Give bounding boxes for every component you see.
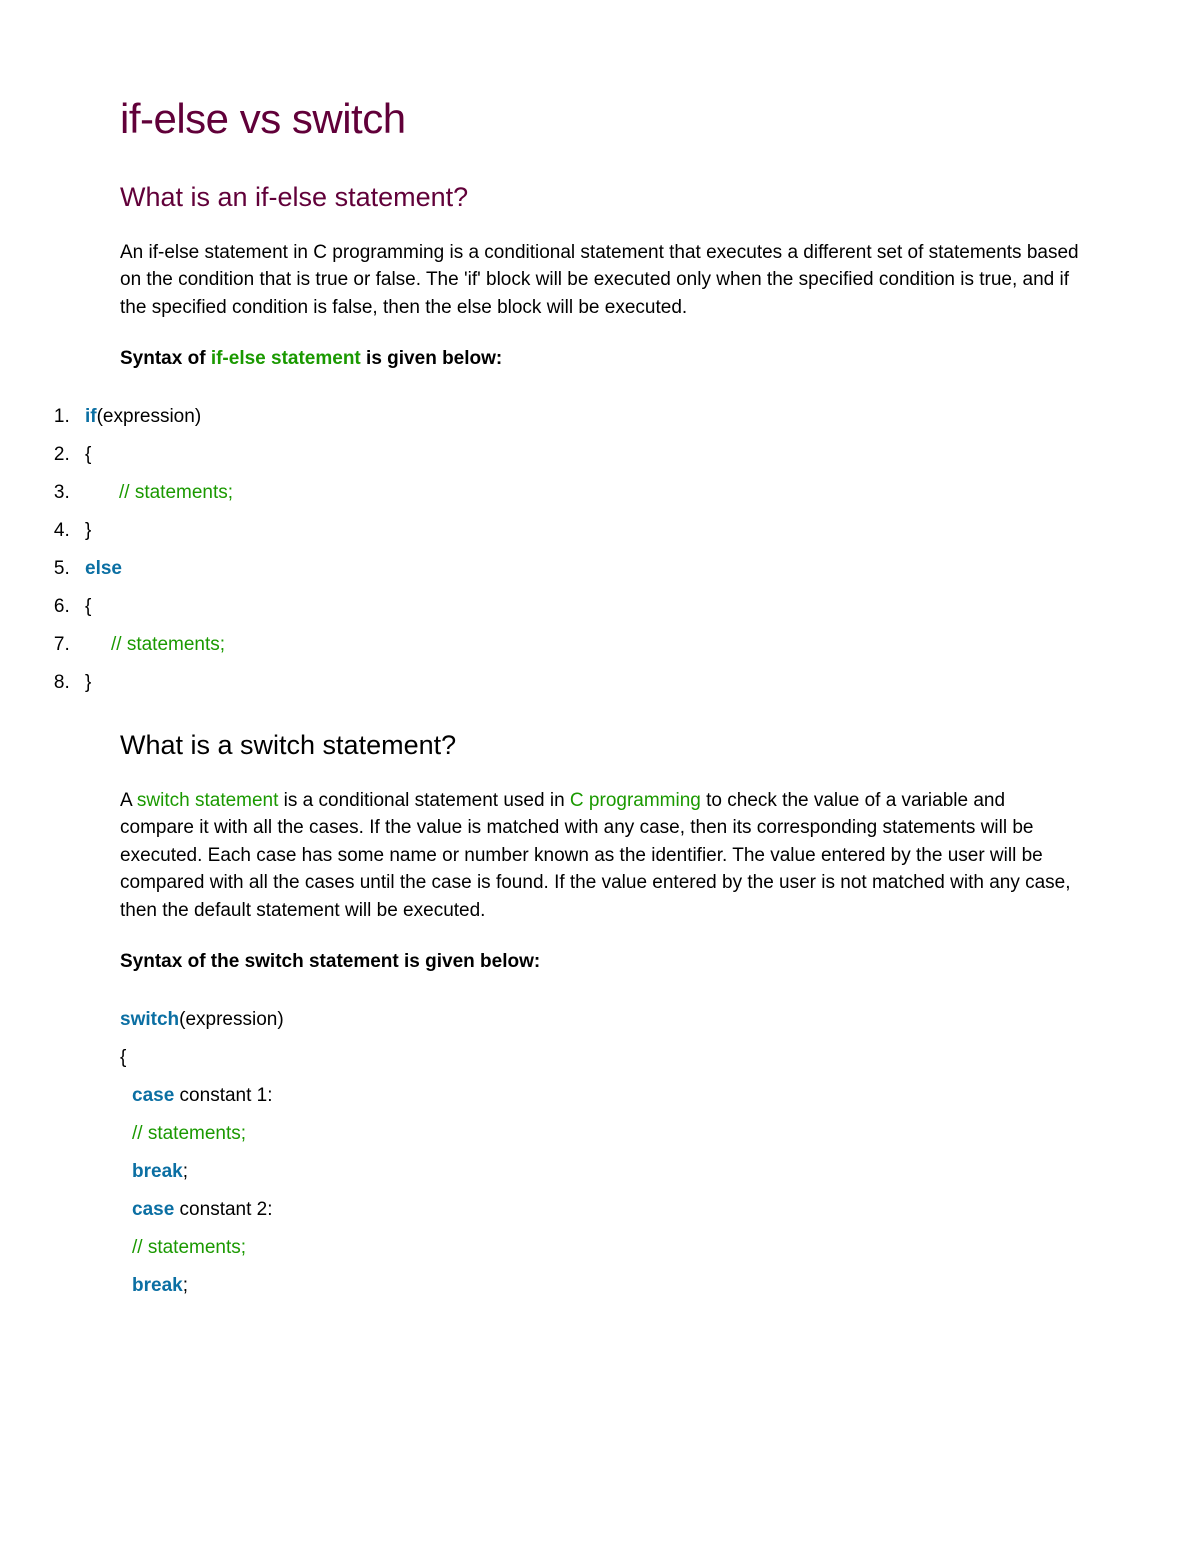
para-text: A (120, 790, 137, 811)
code-brace: { (85, 444, 91, 465)
code-text: constant 1: (174, 1085, 272, 1106)
keyword-if: if (85, 406, 97, 427)
syntax-label-text: Syntax of (120, 348, 211, 369)
switch-paragraph: A switch statement is a conditional stat… (120, 787, 1080, 925)
code-line: if(expression) (75, 398, 1080, 436)
code-line: // statements; (120, 1115, 1080, 1153)
code-line: } (75, 512, 1080, 550)
section-heading-ifelse: What is an if-else statement? (120, 179, 1080, 217)
ifelse-paragraph: An if-else statement in C programming is… (120, 239, 1080, 322)
code-line: // statements; (120, 1229, 1080, 1267)
keyword-break: break (132, 1161, 183, 1182)
ifelse-statement-link[interactable]: if-else statement (211, 348, 361, 369)
keyword-break: break (132, 1275, 183, 1296)
code-line: // statements; (75, 626, 1080, 664)
code-text: (expression) (97, 406, 202, 427)
code-line: { (75, 436, 1080, 474)
code-line: case constant 2: (120, 1191, 1080, 1229)
code-line: else (75, 550, 1080, 588)
code-line: { (120, 1039, 1080, 1077)
keyword-case: case (132, 1199, 174, 1220)
c-programming-link[interactable]: C programming (570, 790, 701, 811)
code-line: break; (120, 1153, 1080, 1191)
code-line: break; (120, 1267, 1080, 1305)
code-line: // statements; (75, 474, 1080, 512)
ifelse-syntax-label: Syntax of if-else statement is given bel… (120, 346, 1080, 373)
code-comment: // statements; (132, 1237, 246, 1258)
section-heading-switch: What is a switch statement? (120, 727, 1080, 765)
code-brace: { (85, 596, 91, 617)
code-line: } (75, 664, 1080, 702)
code-brace: { (120, 1047, 126, 1068)
code-brace: } (85, 672, 91, 693)
syntax-label-text-after: is given below: (361, 348, 502, 369)
code-line: case constant 1: (120, 1077, 1080, 1115)
code-comment: // statements; (119, 482, 233, 503)
switch-code-block: switch(expression) { case constant 1: //… (120, 1001, 1080, 1305)
keyword-switch: switch (120, 1009, 179, 1030)
code-text: constant 2: (174, 1199, 272, 1220)
code-text: ; (183, 1161, 188, 1182)
code-line: switch(expression) (120, 1001, 1080, 1039)
keyword-else: else (85, 558, 122, 579)
para-text: is a conditional statement used in (278, 790, 570, 811)
page-title: if-else vs switch (120, 90, 1080, 149)
code-text: (expression) (179, 1009, 284, 1030)
switch-syntax-label: Syntax of the switch statement is given … (120, 949, 1080, 976)
code-brace: } (85, 520, 91, 541)
code-text: ; (183, 1275, 188, 1296)
switch-statement-link[interactable]: switch statement (137, 790, 279, 811)
code-comment: // statements; (132, 1123, 246, 1144)
code-line: { (75, 588, 1080, 626)
keyword-case: case (132, 1085, 174, 1106)
ifelse-code-block: if(expression) { // statements; } else {… (75, 398, 1080, 702)
code-comment: // statements; (111, 634, 225, 655)
